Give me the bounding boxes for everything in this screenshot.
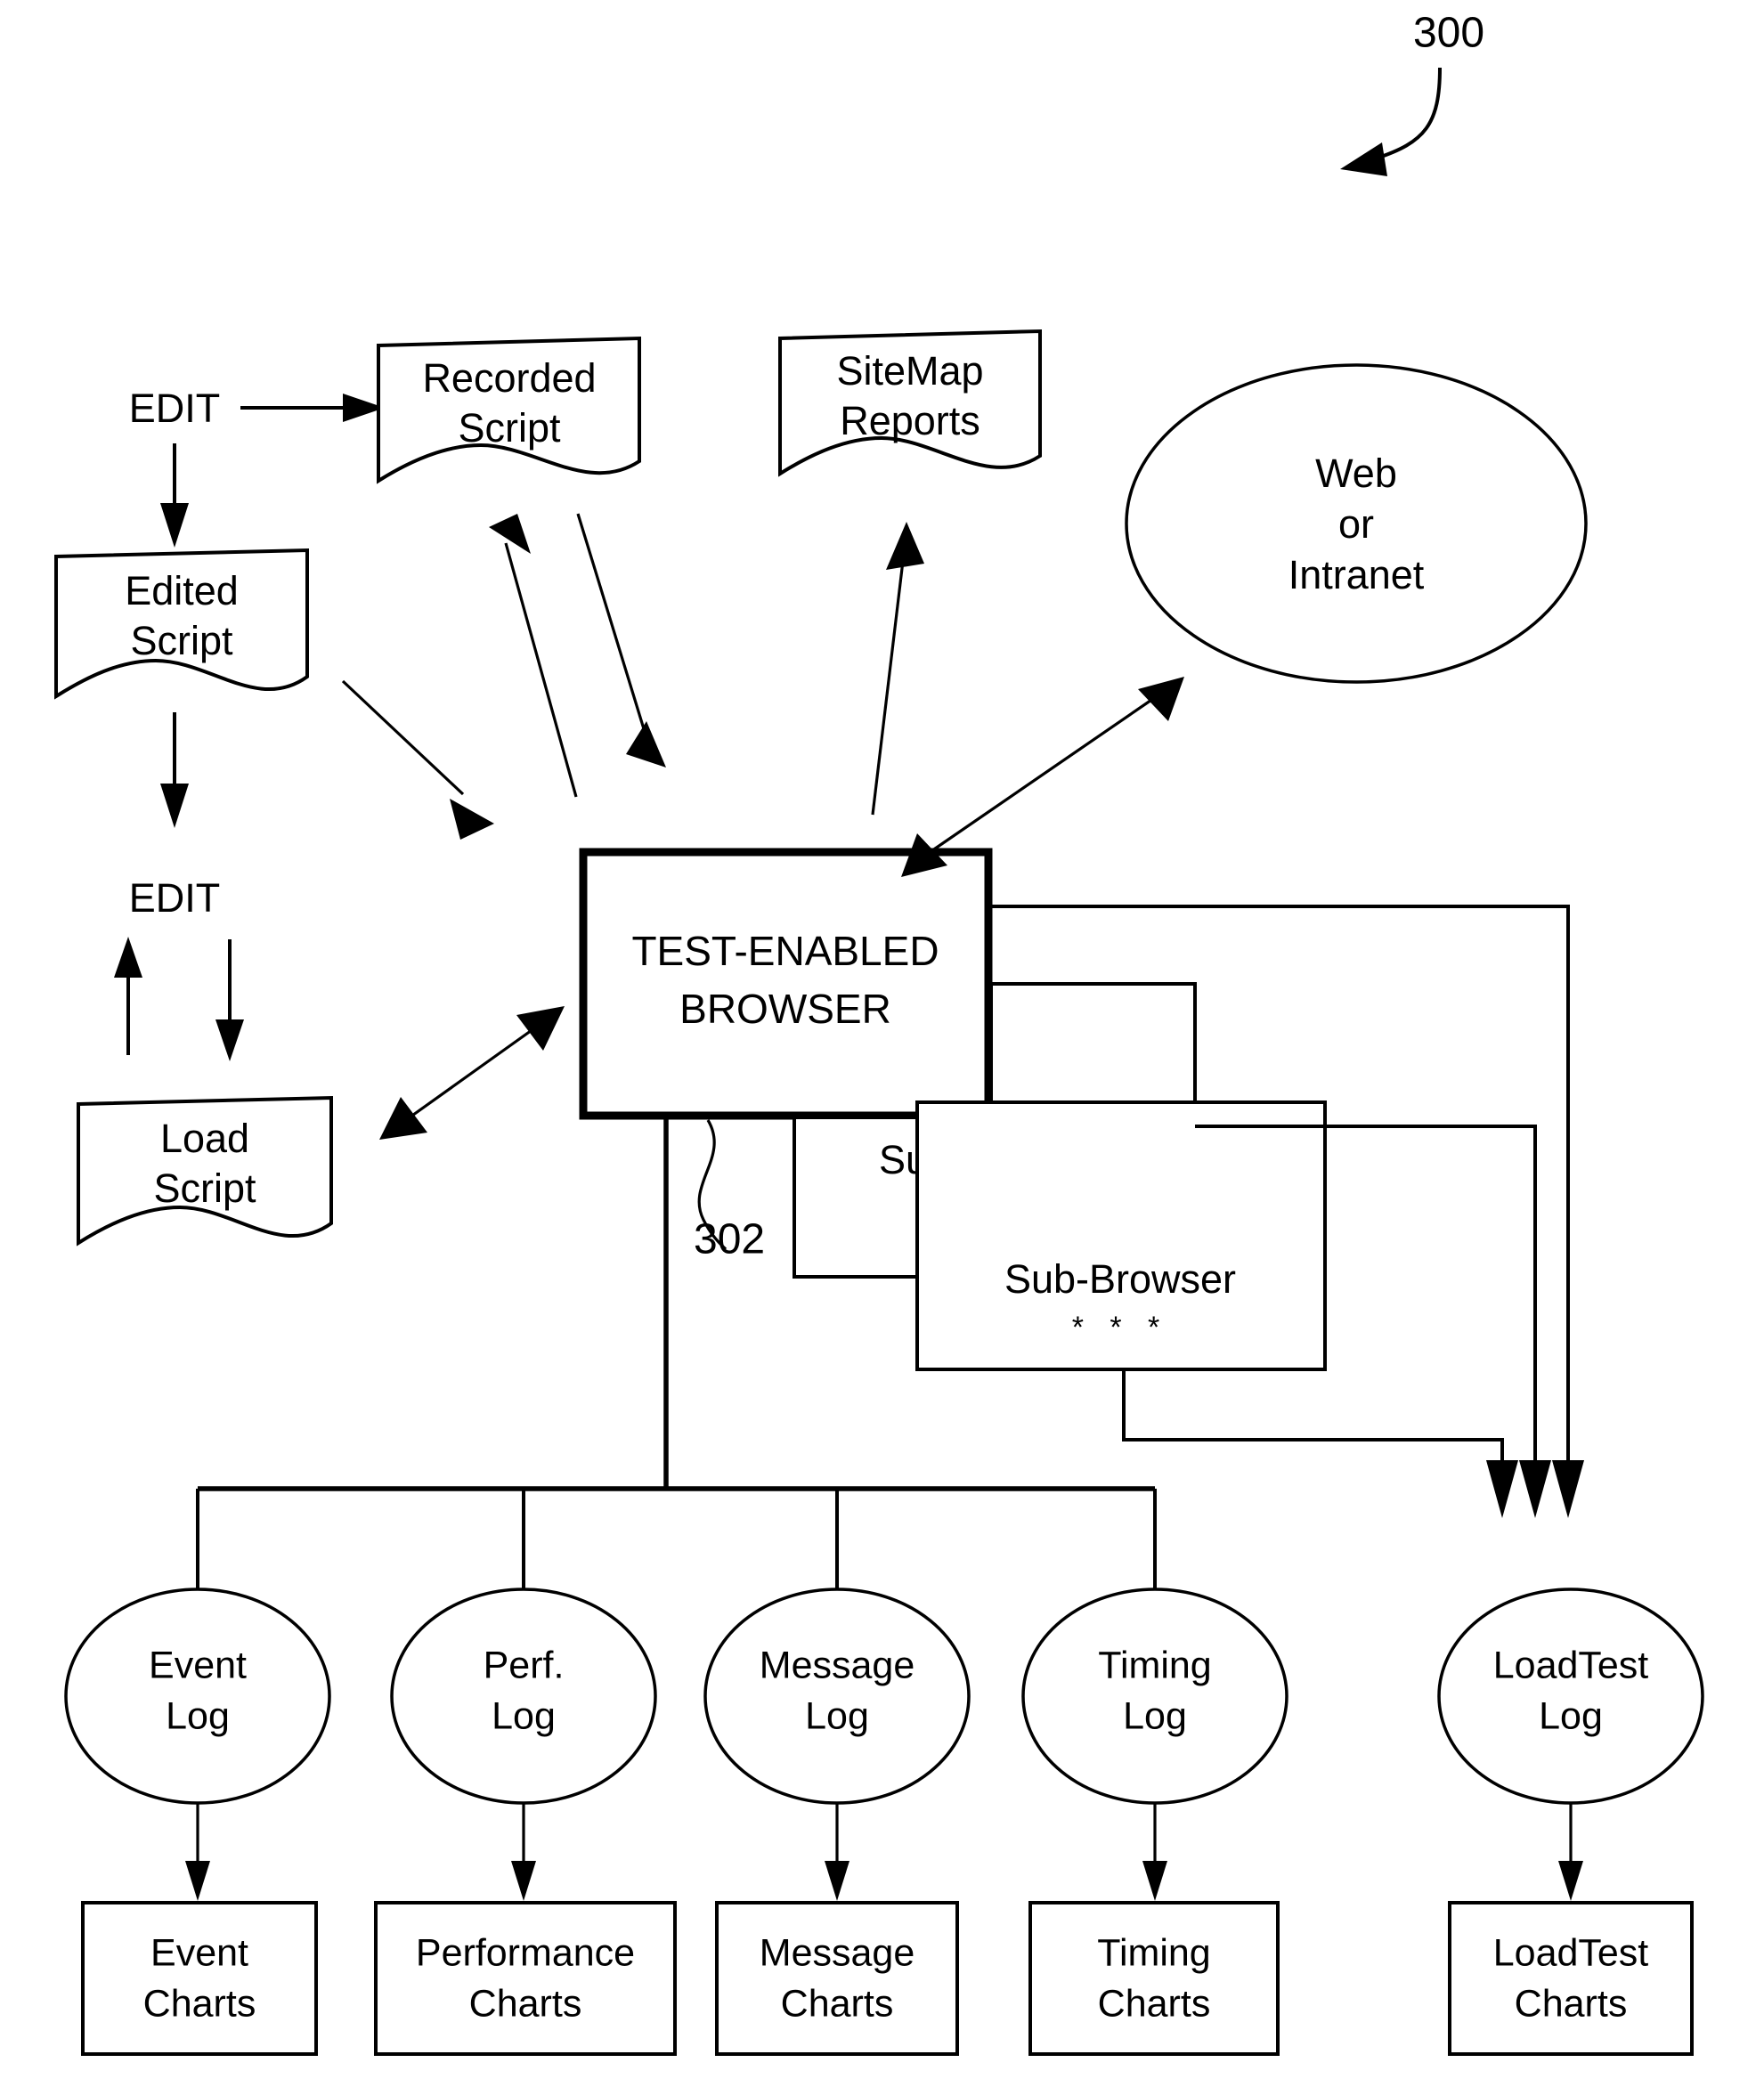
edited-script-label-line2: Script (130, 618, 233, 663)
event-charts-label-line2: Charts (143, 1982, 256, 2025)
arrow-browser-to-sitemap-reports (871, 522, 924, 816)
node-event-log[interactable]: Event Log (64, 1588, 331, 1805)
figure-reference-callout: 300 (1340, 10, 1484, 176)
test-enabled-browser-label-line2: BROWSER (679, 986, 891, 1032)
figure-reference-arrowhead (1340, 142, 1387, 176)
arrow-edit-to-recorded-script (240, 394, 385, 422)
edited-script-label-line1: Edited (125, 568, 239, 613)
edit-bottom-label: EDIT (129, 875, 221, 921)
node-edited-script[interactable]: Edited Script (54, 548, 309, 700)
inner-reference-callout-302: 302 (694, 1119, 765, 1263)
arrow-timing-log-to-timing-charts (1142, 1803, 1167, 1901)
node-timing-charts[interactable]: Timing Charts (1028, 1901, 1280, 2056)
arrow-recorded-script-to-browser (576, 513, 666, 767)
timing-charts-label-line1: Timing (1097, 1931, 1210, 1974)
node-recorded-script[interactable]: Recorded Script (377, 336, 641, 484)
node-performance-charts[interactable]: Performance Charts (374, 1901, 677, 2056)
timing-log-label-line1: Timing (1098, 1644, 1211, 1686)
node-web-or-intranet[interactable]: Web or Intranet (1125, 363, 1588, 684)
message-log-label-line2: Log (805, 1694, 869, 1737)
arrow-perf-log-to-performance-charts (511, 1803, 536, 1901)
arrow-edited-script-to-edit-bottom (160, 712, 189, 828)
loadtest-inbound-arrowheads (1486, 1460, 1584, 1518)
loadtest-charts-label-line2: Charts (1515, 1982, 1628, 2025)
arrow-edit-to-edited-script (160, 443, 189, 548)
perf-log-label-line1: Perf. (484, 1644, 565, 1686)
node-sub-browser-2[interactable]: Sub-Browser * * * (915, 1100, 1327, 1371)
arrow-event-log-to-event-charts (185, 1803, 210, 1901)
sub-browser-2-title: Sub-Browser (1004, 1256, 1236, 1302)
node-sitemap-reports[interactable]: SiteMap Reports (778, 329, 1042, 477)
arrow-edit-bottom-to-load-script (215, 939, 244, 1061)
timing-log-label-line2: Log (1123, 1694, 1187, 1737)
message-log-label-line1: Message (760, 1644, 915, 1686)
node-message-log[interactable]: Message Log (703, 1588, 971, 1805)
figure-reference-leader (1375, 67, 1442, 160)
arrow-loadtest-log-to-loadtest-charts (1558, 1803, 1583, 1901)
event-log-label-line2: Log (166, 1694, 230, 1737)
node-loadtest-charts[interactable]: LoadTest Charts (1448, 1901, 1694, 2056)
event-log-label-line1: Event (149, 1644, 247, 1686)
node-test-enabled-browser[interactable]: TEST-ENABLED BROWSER (579, 848, 993, 1120)
patent-figure-300: 300 EDIT Recorded Script Edited Script E… (0, 0, 1764, 2079)
node-event-charts[interactable]: Event Charts (81, 1901, 318, 2056)
edit-top-label: EDIT (129, 386, 221, 431)
arrow-load-script-to-edit-bottom (114, 937, 142, 1055)
arrow-message-log-to-message-charts (825, 1803, 849, 1901)
sub-browser-2-stars: * * * (1072, 1311, 1169, 1344)
route-sub-browser-2-to-loadtest (1122, 1369, 1504, 1460)
load-script-label-line1: Load (160, 1116, 249, 1161)
perf-log-label-line2: Log (492, 1694, 556, 1737)
node-load-script[interactable]: Load Script (77, 1095, 333, 1247)
diagram-canvas: 300 EDIT Recorded Script Edited Script E… (54, 10, 1704, 2056)
node-loadtest-log[interactable]: LoadTest Log (1437, 1588, 1704, 1805)
recorded-script-label-line2: Script (458, 405, 561, 451)
node-message-charts[interactable]: Message Charts (715, 1901, 959, 2056)
arrow-browser-to-recorded-script (489, 514, 578, 798)
sitemap-reports-label-line2: Reports (840, 398, 980, 443)
arrow-edited-script-to-browser (341, 679, 494, 840)
test-enabled-browser-label-line1: TEST-ENABLED (631, 928, 939, 974)
figure-reference-label: 300 (1413, 10, 1484, 57)
event-charts-label-line1: Event (150, 1931, 248, 1974)
recorded-script-label-line1: Recorded (422, 355, 596, 401)
timing-charts-label-line2: Charts (1098, 1982, 1211, 2025)
node-perf-log[interactable]: Perf. Log (390, 1588, 657, 1805)
loadtest-log-label-line2: Log (1539, 1694, 1603, 1737)
arrow-load-script-browser-bidirectional (379, 1006, 565, 1140)
web-or-intranet-label-line2: or (1338, 501, 1374, 547)
performance-charts-label-line2: Charts (469, 1982, 582, 2025)
performance-charts-label-line1: Performance (416, 1931, 635, 1974)
loadtest-log-label-line1: LoadTest (1493, 1644, 1649, 1686)
inner-reference-label: 302 (694, 1216, 765, 1263)
message-charts-label-line2: Charts (781, 1982, 894, 2025)
web-or-intranet-label-line1: Web (1315, 451, 1397, 496)
message-charts-label-line1: Message (760, 1931, 915, 1974)
loadtest-charts-label-line1: LoadTest (1493, 1931, 1649, 1974)
load-script-label-line2: Script (153, 1165, 256, 1211)
node-timing-log[interactable]: Timing Log (1021, 1588, 1288, 1805)
web-or-intranet-label-line3: Intranet (1288, 552, 1425, 597)
sitemap-reports-label-line1: SiteMap (836, 348, 983, 394)
arrow-browser-web-bidirectional (901, 677, 1184, 877)
